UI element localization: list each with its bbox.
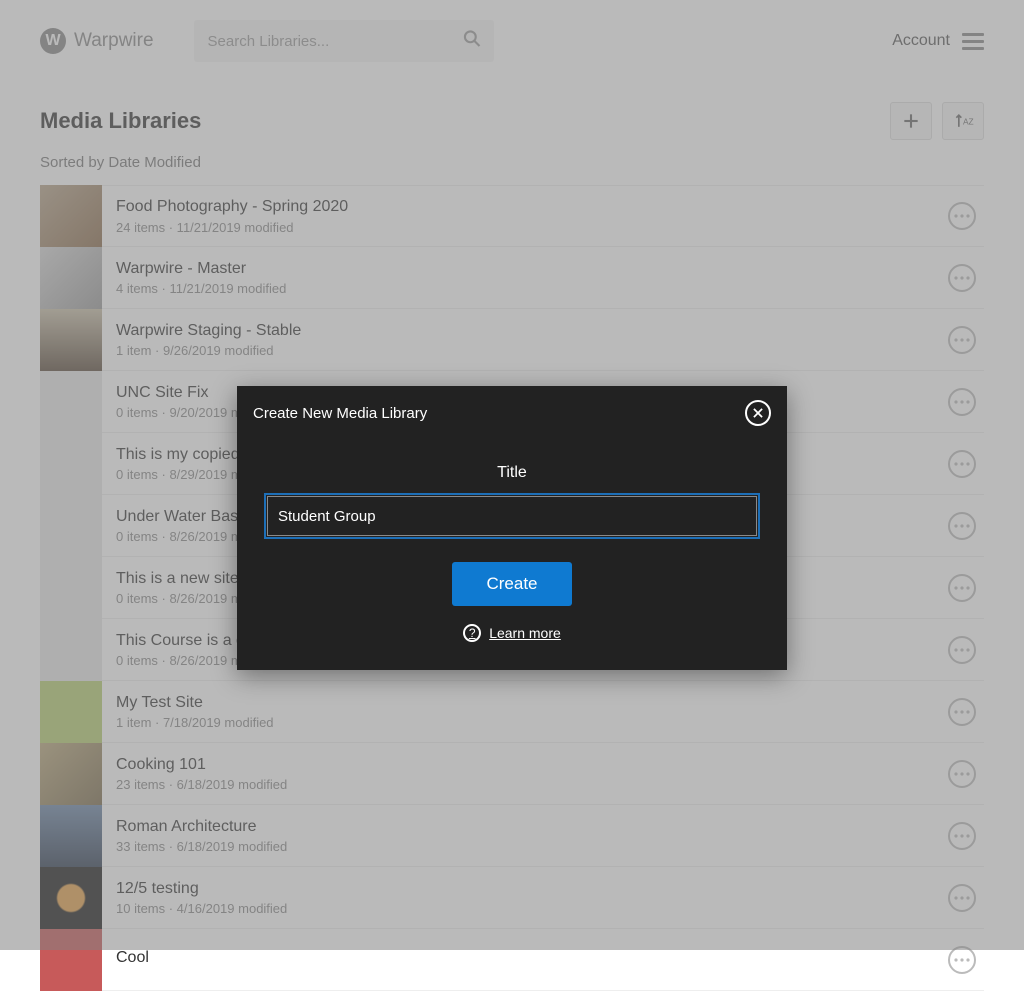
create-button[interactable]: Create [452,562,571,606]
create-library-modal: Create New Media Library Title Create ? … [237,386,787,670]
learn-more-label: Learn more [489,625,561,641]
modal-overlay: Create New Media Library Title Create ? … [0,0,1024,950]
learn-more-link[interactable]: ? Learn more [463,624,561,650]
help-icon: ? [463,624,481,642]
library-body: Cool [102,948,948,971]
close-button[interactable] [745,400,771,426]
library-title: Cool [116,948,948,969]
title-field-label: Title [253,464,771,482]
modal-title: Create New Media Library [253,405,427,422]
library-title-input[interactable] [267,496,757,536]
